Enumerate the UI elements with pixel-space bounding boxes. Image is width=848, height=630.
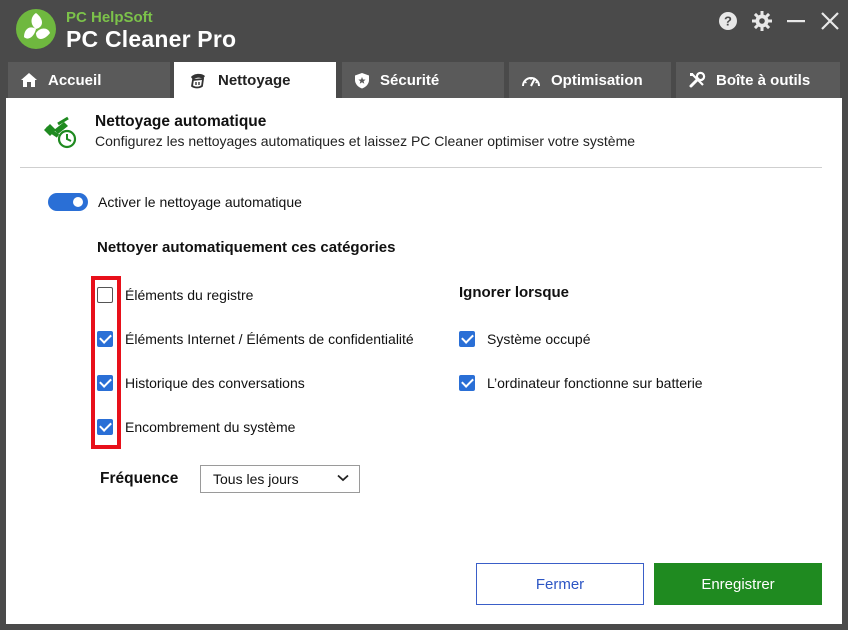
save-button[interactable]: Enregistrer [654, 563, 822, 605]
help-icon[interactable]: ? [717, 10, 739, 32]
tab-securite[interactable]: Sécurité [342, 62, 504, 98]
page-title: Nettoyage automatique [95, 113, 267, 130]
tab-accueil[interactable]: Accueil [8, 62, 170, 98]
shield-icon [355, 72, 369, 88]
page-subtitle: Configurez les nettoyages automatiques e… [95, 133, 636, 149]
home-icon [21, 73, 37, 87]
checkbox-chat-history-label: Historique des conversations [125, 375, 305, 391]
tab-label: Accueil [48, 71, 102, 89]
tools-icon [689, 71, 706, 88]
divider [20, 167, 822, 168]
app-title: PC Cleaner Pro [66, 26, 237, 52]
tab-optimisation[interactable]: Optimisation [509, 62, 671, 98]
auto-clean-icon [44, 116, 77, 149]
frequency-label: Fréquence [100, 470, 179, 487]
tab-boite-a-outils[interactable]: Boîte à outils [676, 62, 840, 98]
frequency-value: Tous les jours [213, 471, 299, 487]
auto-clean-toggle[interactable] [48, 193, 88, 211]
tab-bar: Accueil Nettoyage Sécurité Optimisation [0, 62, 848, 98]
broom-icon [191, 73, 205, 89]
tab-label: Sécurité [380, 71, 440, 89]
auto-clean-toggle-label: Activer le nettoyage automatique [98, 194, 302, 210]
svg-text:?: ? [724, 14, 732, 29]
minimize-icon[interactable] [785, 10, 807, 32]
app-logo-icon [16, 9, 56, 49]
checkbox-on-battery[interactable] [459, 375, 475, 391]
gear-icon[interactable] [751, 10, 773, 32]
categories-title: Nettoyer automatiquement ces catégories [97, 239, 396, 256]
checkbox-system-busy-label: Système occupé [487, 331, 591, 347]
main-panel: Nettoyage automatique Configurez les net… [6, 98, 842, 624]
gauge-icon [522, 77, 540, 87]
chevron-down-icon [337, 474, 349, 482]
close-button[interactable]: Fermer [476, 563, 644, 605]
checkbox-system-clutter-label: Encombrement du système [125, 419, 296, 435]
tab-label: Optimisation [551, 71, 643, 89]
checkbox-internet-privacy-label: Éléments Internet / Éléments de confiden… [125, 331, 414, 347]
checkbox-registry-label: Éléments du registre [125, 287, 254, 303]
checkbox-system-busy[interactable] [459, 331, 475, 347]
title-bar: PC HelpSoft PC Cleaner Pro ? [0, 0, 848, 62]
tab-label: Nettoyage [218, 71, 291, 89]
tab-nettoyage[interactable]: Nettoyage [174, 62, 336, 98]
tab-label: Boîte à outils [716, 71, 811, 89]
highlight-box [91, 276, 121, 449]
checkbox-on-battery-label: L’ordinateur fonctionne sur batterie [487, 375, 703, 391]
frequency-select[interactable]: Tous les jours [200, 465, 360, 493]
toggle-knob [73, 197, 83, 207]
close-icon[interactable] [819, 10, 841, 32]
ignore-title: Ignorer lorsque [459, 284, 570, 301]
vendor-name: PC HelpSoft [66, 9, 153, 26]
